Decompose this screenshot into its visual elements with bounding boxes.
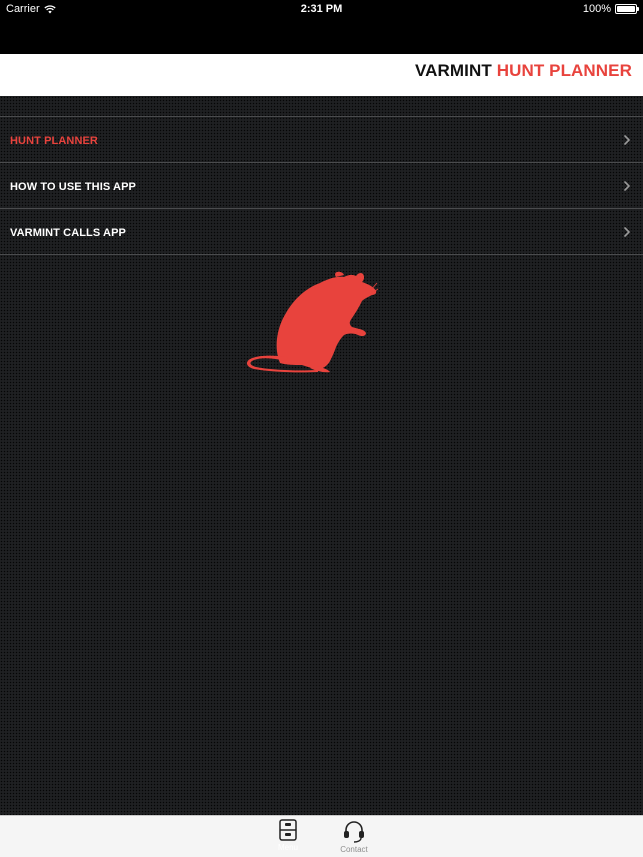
status-time: 2:31 PM: [300, 3, 343, 15]
battery-indicator: 100%: [582, 3, 639, 15]
chevron-right-icon: [624, 181, 630, 191]
status-bar: Carrier 2:31 PM 100%: [0, 0, 643, 20]
menu-cabinet-icon: [279, 819, 297, 841]
app-title-varmint: VARMINT: [414, 61, 492, 80]
menu-item-label: VARMINT CALLS APP: [10, 227, 126, 239]
chevron-right-icon: [624, 227, 630, 237]
menu-item-varmint-calls-app[interactable]: VARMINT CALLS APP: [0, 208, 643, 255]
chevron-right-icon: [624, 135, 630, 145]
menu-item-label: HUNT PLANNER: [10, 135, 98, 147]
tab-bar: Menu Contact: [0, 815, 643, 857]
battery-percent: 100%: [582, 3, 611, 15]
app-title: VARMINT HUNT PLANNER: [415, 61, 632, 81]
menu-item-hunt-planner[interactable]: HUNT PLANNER: [0, 116, 643, 162]
main-menu: HUNT PLANNER HOW TO USE THIS APP VARMINT…: [0, 116, 643, 255]
tab-contact[interactable]: Contact: [328, 819, 380, 857]
tab-menu[interactable]: Menu: [262, 819, 314, 857]
menu-item-label: HOW TO USE THIS APP: [10, 181, 136, 193]
app-title-hunt-planner: HUNT PLANNER: [496, 61, 632, 80]
tab-label: Contact: [340, 845, 368, 854]
navigation-band: [0, 20, 643, 54]
battery-icon: [615, 4, 639, 14]
app-screen: Carrier 2:31 PM 100% VARMINT HUNT PLANNE…: [0, 0, 643, 857]
menu-item-how-to-use[interactable]: HOW TO USE THIS APP: [0, 162, 643, 208]
title-bar: VARMINT HUNT PLANNER: [0, 54, 643, 96]
headset-icon: [344, 821, 364, 843]
tab-label: Menu: [277, 843, 298, 852]
rat-icon: [246, 271, 378, 373]
